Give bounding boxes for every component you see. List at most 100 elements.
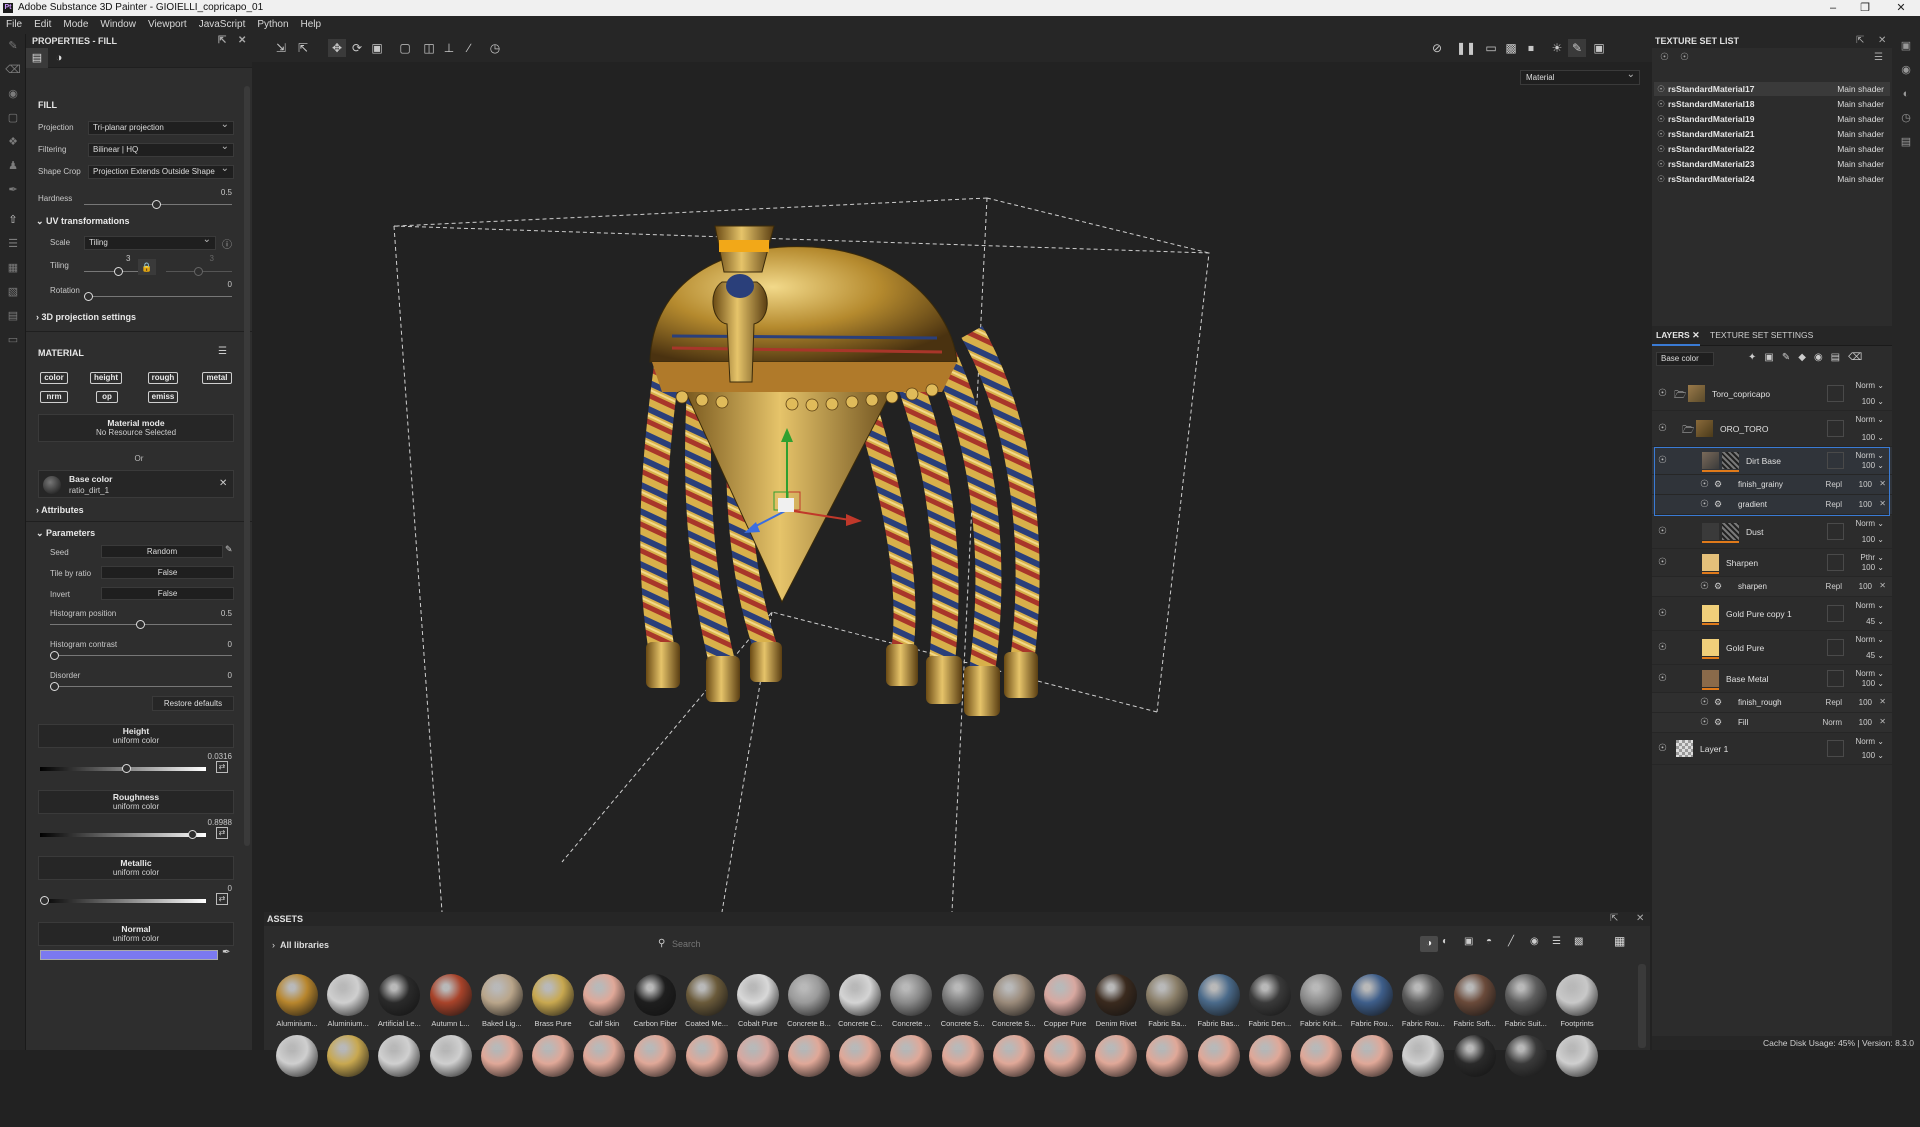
- add-smart-material-icon[interactable]: ◉: [1814, 352, 1831, 363]
- parameters-toggle[interactable]: ⌄ Parameters: [36, 528, 95, 539]
- restore-defaults-button[interactable]: Restore defaults: [152, 696, 234, 711]
- opacity[interactable]: 100 ⌄: [1862, 535, 1884, 544]
- layer-name[interactable]: Dirt Base: [1746, 456, 1781, 466]
- base-color-slot[interactable]: Base color ratio_dirt_1 ✕: [38, 470, 234, 498]
- disorder-knob[interactable]: [50, 682, 59, 691]
- view-3d-icon[interactable]: ▩: [1502, 39, 1520, 57]
- tiling-lock-icon[interactable]: 🔒: [138, 259, 156, 275]
- scale-icon[interactable]: ▣: [368, 39, 386, 57]
- light-icon[interactable]: ☀: [1548, 39, 1566, 57]
- height-knob[interactable]: [122, 764, 131, 773]
- asset-tile[interactable]: Carbon Fiber: [630, 974, 680, 1028]
- menu-help[interactable]: Help: [295, 16, 328, 34]
- layer-name[interactable]: Gold Pure copy 1: [1726, 609, 1792, 619]
- filter-materials-icon[interactable]: ◑: [1420, 936, 1438, 952]
- hide-icon[interactable]: ⊘: [1428, 39, 1446, 57]
- asset-preview[interactable]: [378, 1035, 421, 1077]
- layer-row[interactable]: ☉ Dirt Base Norm ⌄ 100 ⌄: [1652, 447, 1892, 475]
- blend-mode[interactable]: Pthr ⌄: [1860, 553, 1884, 562]
- layer-row[interactable]: ☉ 🗁 ORO_TORO Norm ⌄ 100 ⌄: [1652, 411, 1892, 447]
- filter-smart-materials-icon[interactable]: ◐: [1442, 936, 1448, 947]
- asset-preview[interactable]: [839, 1035, 882, 1077]
- eye-icon[interactable]: ☉: [1657, 97, 1665, 111]
- link-map-icon[interactable]: ⇄: [216, 761, 228, 773]
- eye-icon[interactable]: ☉: [1657, 127, 1665, 141]
- filter-masks-icon[interactable]: ◓: [1486, 936, 1492, 947]
- channel-color-button[interactable]: color: [40, 372, 68, 384]
- effect-row[interactable]: ☉ ⚙ Fill Norm 100 ✕: [1652, 713, 1892, 733]
- snap-tool-icon[interactable]: ⇱: [294, 39, 312, 57]
- eye-icon[interactable]: ☉: [1700, 479, 1709, 490]
- uv-transform-toggle[interactable]: ⌄ UV transformations: [36, 216, 130, 227]
- panel-float-icon[interactable]: ⇱: [1610, 913, 1618, 924]
- blend-mode[interactable]: Norm ⌄: [1856, 669, 1885, 678]
- remove-effect-icon[interactable]: ✕: [1879, 479, 1886, 488]
- asset-tile[interactable]: Calf Skin: [579, 974, 629, 1028]
- eye-icon[interactable]: ☉: [1700, 499, 1709, 510]
- polygon-fill-icon[interactable]: ▢: [0, 106, 26, 130]
- tile-ratio-field[interactable]: False: [101, 566, 234, 579]
- add-paint-layer-icon[interactable]: ✎: [1782, 352, 1798, 363]
- asset-tile[interactable]: Coated Me...: [682, 974, 732, 1028]
- asset-tile[interactable]: Fabric Soft...: [1450, 974, 1500, 1028]
- remove-effect-icon[interactable]: ✕: [1879, 581, 1886, 590]
- metallic-gradient-slider[interactable]: [40, 899, 206, 903]
- opacity-value[interactable]: 100: [1859, 698, 1872, 707]
- asset-preview[interactable]: [1095, 1035, 1138, 1077]
- filter-brushes-icon[interactable]: ╱: [1508, 936, 1514, 947]
- layer-name[interactable]: Dust: [1746, 527, 1763, 537]
- blend-mode[interactable]: Norm ⌄: [1856, 381, 1885, 390]
- blend-mode[interactable]: Norm ⌄: [1856, 635, 1885, 644]
- projection-icon[interactable]: ◉: [0, 82, 26, 106]
- asset-tile[interactable]: Brass Pure: [528, 974, 578, 1028]
- invert-field[interactable]: False: [101, 587, 234, 600]
- effects-icon[interactable]: ✦: [1748, 352, 1764, 363]
- asset-preview[interactable]: [1248, 1035, 1291, 1077]
- opacity[interactable]: 100 ⌄: [1862, 563, 1884, 572]
- asset-preview[interactable]: [1402, 1035, 1445, 1077]
- eye-icon[interactable]: ☉: [1658, 673, 1667, 684]
- export-icon[interactable]: ⇧: [0, 208, 26, 232]
- history-panel-icon[interactable]: ◷: [1892, 106, 1920, 130]
- filter-textures-icon[interactable]: ▣: [1464, 936, 1473, 947]
- asset-tile[interactable]: Cobalt Pure: [733, 974, 783, 1028]
- asset-preview[interactable]: [1556, 1035, 1598, 1077]
- texture-set-row[interactable]: ☉ rsStandardMaterial19 Main shader: [1654, 112, 1890, 126]
- blend-mode[interactable]: Norm ⌄: [1856, 737, 1885, 746]
- grid-view-icon[interactable]: ▦: [1614, 934, 1625, 948]
- tab-close-icon[interactable]: ✕: [1692, 330, 1700, 340]
- opacity[interactable]: 45 ⌄: [1866, 651, 1884, 660]
- viewport[interactable]: ⇲ ⇱ ✥ ⟳ ▣ ▢ ◫ ⊥ ∕ ◷ ⊘ ❚❚ ▭ ▩ ⏹ ☀ ✎ ▣ Mat…: [252, 34, 1652, 912]
- screenshot-icon[interactable]: ▣: [1590, 39, 1608, 57]
- asset-tile[interactable]: Concrete ...: [886, 974, 936, 1028]
- add-fill-layer-icon[interactable]: ◆: [1798, 352, 1814, 363]
- effect-row[interactable]: ☉ ⚙ finish_grainy Repl 100 ✕: [1652, 475, 1892, 495]
- asset-preview[interactable]: [480, 1035, 523, 1077]
- asset-preview[interactable]: [890, 1035, 933, 1077]
- asset-tile[interactable]: Concrete S...: [938, 974, 988, 1028]
- properties-scrollbar[interactable]: [244, 86, 250, 846]
- tab-texture-set-settings[interactable]: TEXTURE SET SETTINGS: [1704, 326, 1813, 346]
- panel-float-icon[interactable]: ⇱: [218, 34, 226, 48]
- metallic-slot[interactable]: Metallic uniform color: [38, 856, 234, 880]
- channel-nrm-button[interactable]: nrm: [40, 391, 68, 403]
- eye-icon[interactable]: ☉: [1658, 642, 1667, 653]
- normal-slot[interactable]: Normal uniform color: [38, 922, 234, 946]
- opacity[interactable]: 45 ⌄: [1866, 617, 1884, 626]
- filter-list-icon[interactable]: ☰: [1552, 936, 1561, 947]
- texture-icon[interactable]: ▧: [0, 280, 26, 304]
- eraser-icon[interactable]: ⌫: [0, 58, 26, 82]
- metallic-knob[interactable]: [40, 896, 49, 905]
- eye-icon[interactable]: ☉: [1658, 423, 1667, 434]
- menu-python[interactable]: Python: [251, 16, 294, 34]
- layer-row[interactable]: ☉ Dust Norm ⌄ 100 ⌄: [1652, 515, 1892, 549]
- texture-set-row[interactable]: ☉ rsStandardMaterial18 Main shader: [1654, 97, 1890, 111]
- remove-effect-icon[interactable]: ✕: [1879, 697, 1886, 706]
- color-tab-icon[interactable]: ◑: [48, 48, 70, 68]
- blend-mode[interactable]: Repl: [1826, 582, 1842, 591]
- normal-color-swatch[interactable]: [40, 950, 218, 960]
- asset-preview[interactable]: [992, 1035, 1035, 1077]
- opacity[interactable]: 100 ⌄: [1862, 679, 1884, 688]
- layer-name[interactable]: ORO_TORO: [1720, 424, 1769, 434]
- effect-row[interactable]: ☉ ⚙ finish_rough Repl 100 ✕: [1652, 693, 1892, 713]
